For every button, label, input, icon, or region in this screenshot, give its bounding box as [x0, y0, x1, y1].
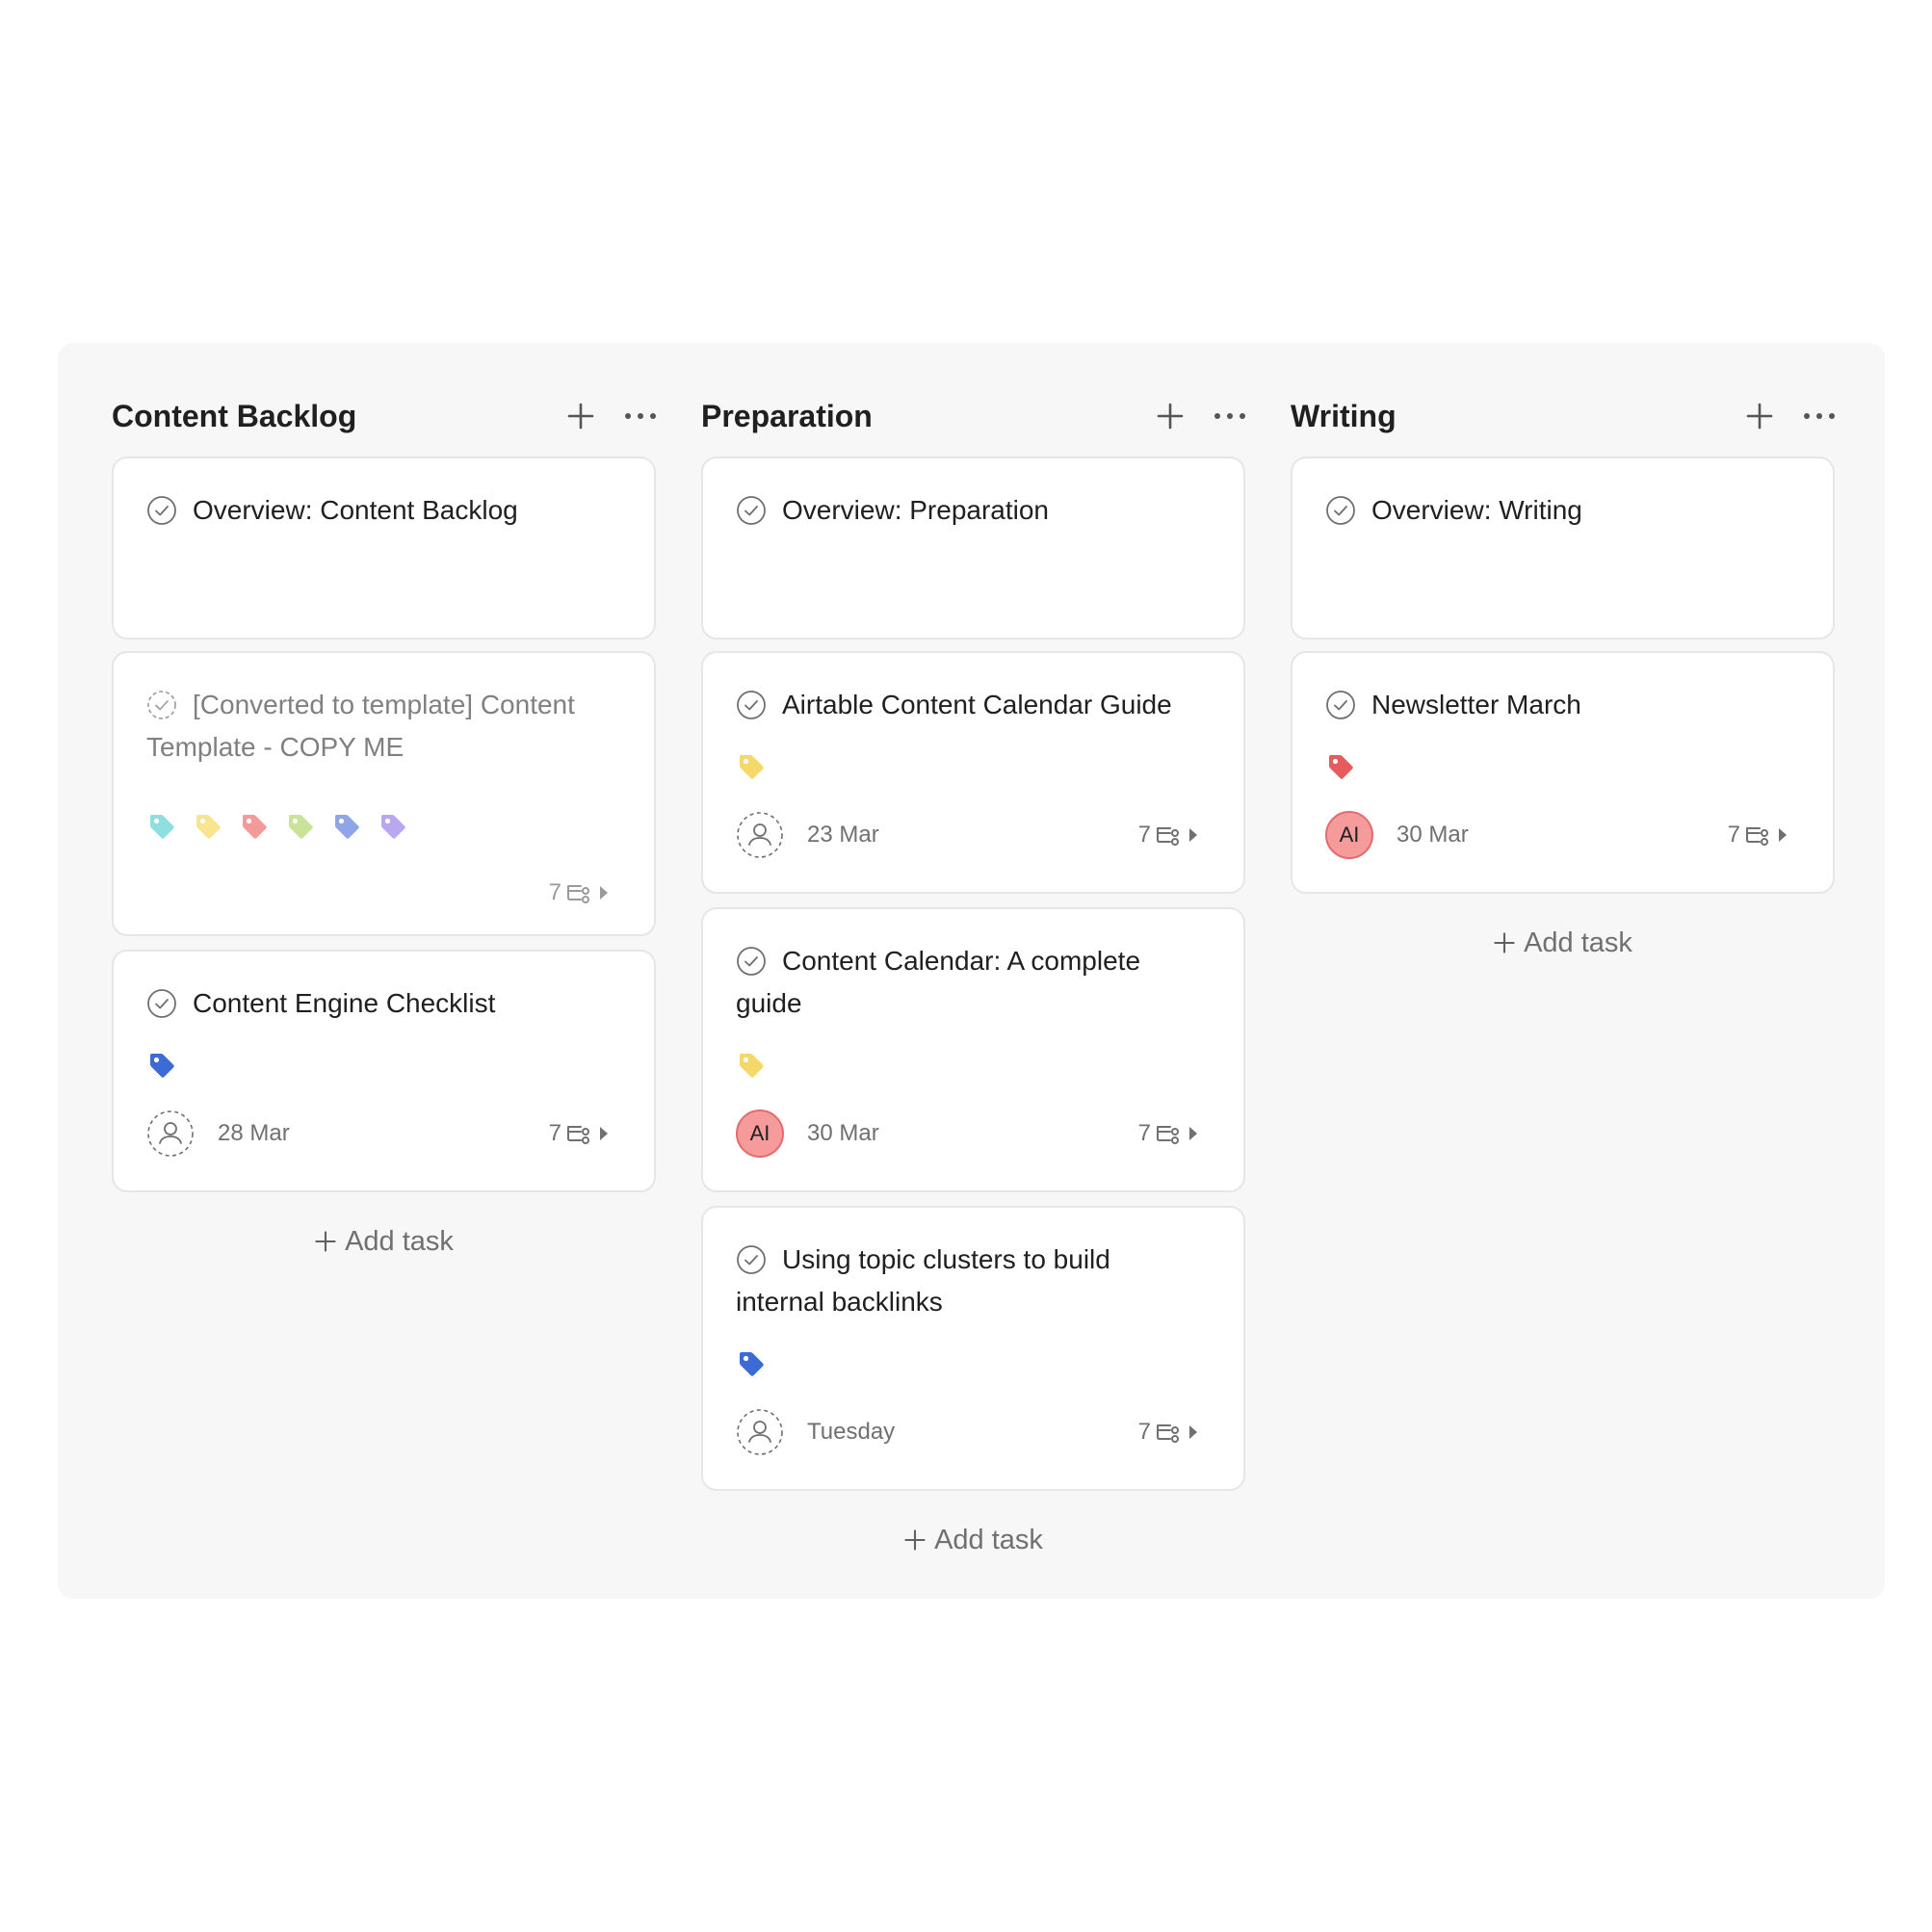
add-task-plus-icon[interactable] [558, 393, 604, 439]
unassigned-avatar-icon[interactable] [736, 1408, 784, 1456]
subtask-icon [565, 881, 594, 904]
task-title: Content Calendar: A complete guide [736, 946, 1141, 1018]
expand-arrow-icon [1188, 825, 1199, 845]
task-title: Overview: Preparation [782, 495, 1050, 525]
label-tag-icon [285, 811, 316, 842]
due-date[interactable]: 23 Mar [807, 821, 879, 849]
task-card[interactable]: Overview: Preparation [701, 457, 1245, 640]
column-title: Preparation [701, 398, 873, 433]
add-task-plus-icon[interactable] [1147, 393, 1193, 439]
subtask-count-number: 7 [548, 879, 561, 905]
add-task-button[interactable]: Add task [701, 1516, 1245, 1564]
label-tag-icon [146, 1050, 177, 1081]
plus-icon [314, 1230, 337, 1253]
task-card[interactable]: Content Engine Checklist 28 Mar 7 [112, 950, 656, 1192]
subtask-icon [1744, 823, 1773, 847]
subtask-count-number: 7 [548, 1120, 561, 1146]
task-card[interactable]: [Converted to template] Content Template… [112, 651, 656, 936]
more-options-icon[interactable] [1796, 393, 1842, 439]
task-card[interactable]: Airtable Content Calendar Guide 23 Mar 7 [701, 651, 1245, 894]
subtask-icon [1155, 823, 1184, 847]
due-date[interactable]: 28 Mar [218, 1119, 290, 1148]
task-title: [Converted to template] Content Template… [146, 690, 575, 762]
unassigned-avatar-icon[interactable] [736, 811, 784, 859]
subtask-icon [565, 1122, 594, 1145]
more-options-icon[interactable] [1207, 393, 1253, 439]
column-header: Preparation [701, 389, 1245, 443]
task-title: Airtable Content Calendar Guide [782, 690, 1172, 719]
task-title: Using topic clusters to build internal b… [736, 1244, 1110, 1317]
expand-arrow-icon [1188, 1124, 1199, 1143]
add-task-button[interactable]: Add task [112, 1217, 656, 1266]
add-task-plus-icon[interactable] [1736, 393, 1783, 439]
subtask-count[interactable]: 7 [1728, 821, 1788, 849]
task-card[interactable]: Overview: Content Backlog [112, 457, 656, 640]
expand-arrow-icon [1777, 825, 1788, 845]
subtask-count-number: 7 [1727, 822, 1740, 848]
task-title: Content Engine Checklist [193, 988, 496, 1018]
label-tag-icon [736, 1348, 767, 1379]
expand-arrow-icon [598, 1124, 610, 1143]
expand-arrow-icon [598, 883, 610, 902]
subtask-icon [1155, 1421, 1184, 1444]
task-title: Overview: Content Backlog [193, 495, 518, 525]
label-tag-icon [736, 1050, 767, 1081]
plus-icon [1493, 931, 1516, 954]
label-tag-icon [331, 811, 362, 842]
label-tag-icon [146, 811, 177, 842]
task-card[interactable]: Content Calendar: A complete guide AI 30… [701, 907, 1245, 1192]
board: Content Backlog Overview: Content Backlo… [58, 343, 1885, 1599]
subtask-count[interactable]: 7 [1138, 1418, 1199, 1447]
task-title: Newsletter March [1371, 690, 1581, 719]
due-date[interactable]: Tuesday [807, 1418, 895, 1447]
subtask-count[interactable]: 7 [1138, 821, 1199, 849]
label-tag-icon [378, 811, 408, 842]
column-title: Writing [1291, 398, 1397, 433]
column-title: Content Backlog [112, 398, 357, 433]
add-task-label: Add task [934, 1524, 1043, 1555]
label-tag-icon [193, 811, 223, 842]
task-title: Overview: Writing [1371, 495, 1582, 525]
more-options-icon[interactable] [617, 393, 664, 439]
add-task-label: Add task [345, 1225, 454, 1257]
expand-arrow-icon [1188, 1423, 1199, 1442]
task-card[interactable]: Using topic clusters to build internal b… [701, 1206, 1245, 1491]
due-date[interactable]: 30 Mar [1397, 821, 1469, 849]
subtask-count[interactable]: 7 [549, 1119, 610, 1148]
label-tag-icon [1325, 751, 1356, 782]
plus-icon [903, 1528, 927, 1552]
unassigned-avatar-icon[interactable] [146, 1110, 195, 1158]
subtask-count-number: 7 [1137, 1419, 1151, 1445]
label-tag-icon [736, 751, 767, 782]
subtask-count[interactable]: 7 [1138, 1119, 1199, 1148]
subtask-count-number: 7 [1137, 1120, 1151, 1146]
column-header: Writing [1291, 389, 1835, 443]
task-card[interactable]: Overview: Writing [1291, 457, 1835, 640]
subtask-count-number: 7 [1137, 822, 1151, 848]
subtask-icon [1155, 1122, 1184, 1145]
add-task-label: Add task [1524, 927, 1632, 958]
add-task-button[interactable]: Add task [1291, 919, 1835, 967]
label-tag-icon [239, 811, 270, 842]
column-header: Content Backlog [112, 389, 656, 443]
task-card[interactable]: Newsletter March AI 30 Mar 7 [1291, 651, 1835, 894]
assignee-avatar[interactable]: AI [736, 1110, 784, 1158]
assignee-avatar[interactable]: AI [1325, 811, 1373, 859]
due-date[interactable]: 30 Mar [807, 1119, 879, 1148]
subtask-count[interactable]: 7 [549, 878, 610, 907]
